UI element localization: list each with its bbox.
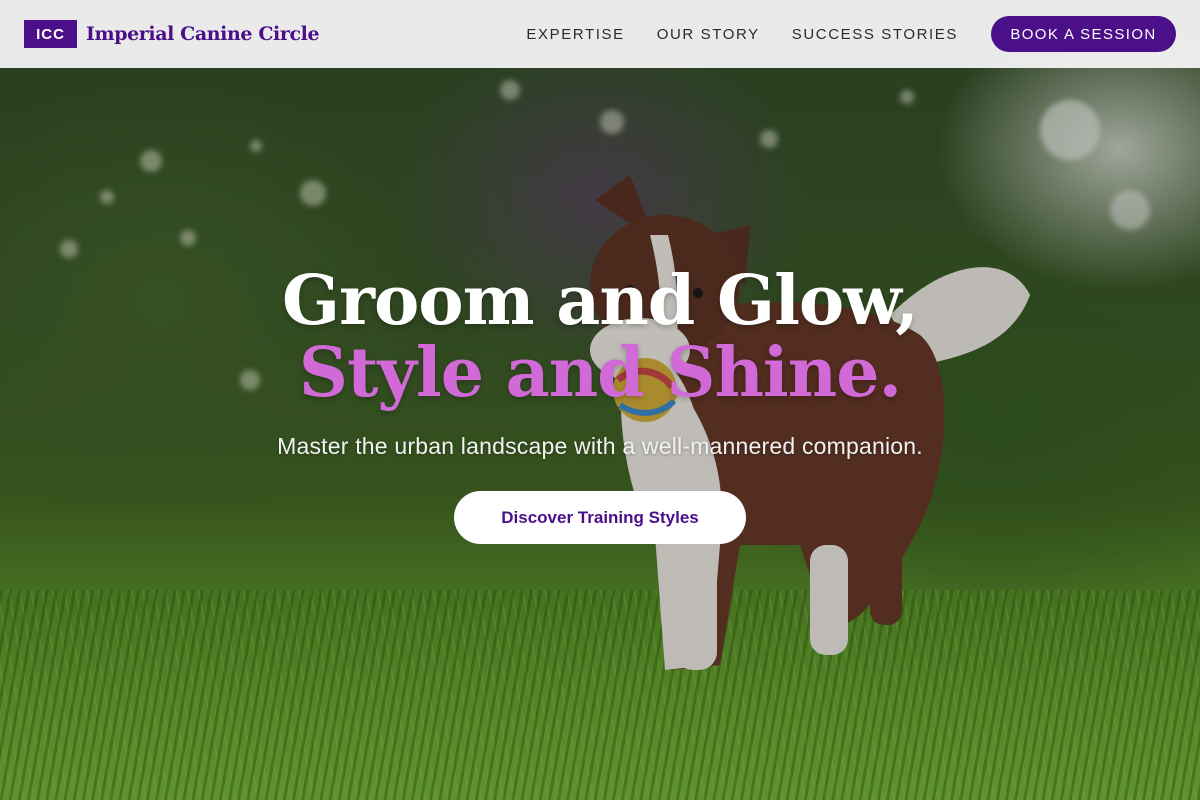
hero-headline: Groom and Glow, Style and Shine. (0, 265, 1200, 409)
nav-links: EXPERTISE OUR STORY SUCCESS STORIES (526, 26, 958, 43)
nav-link-success-stories[interactable]: SUCCESS STORIES (792, 26, 958, 43)
brand-badge: ICC (24, 20, 77, 48)
brand-name: Imperial Canine Circle (86, 23, 320, 45)
nav-link-expertise[interactable]: EXPERTISE (526, 26, 624, 43)
brand-logo[interactable]: ICC Imperial Canine Circle (24, 20, 320, 48)
hero-subheading: Master the urban landscape with a well-m… (277, 433, 923, 459)
discover-training-styles-button[interactable]: Discover Training Styles (454, 491, 746, 544)
headline-line-2: Style and Shine. (298, 333, 902, 413)
headline-line-1: Groom and Glow, (282, 261, 919, 341)
book-session-button[interactable]: BOOK A SESSION (991, 16, 1176, 52)
top-navigation: ICC Imperial Canine Circle EXPERTISE OUR… (0, 0, 1200, 68)
hero-content: Groom and Glow, Style and Shine. Master … (0, 265, 1200, 544)
nav-link-our-story[interactable]: OUR STORY (657, 26, 760, 43)
